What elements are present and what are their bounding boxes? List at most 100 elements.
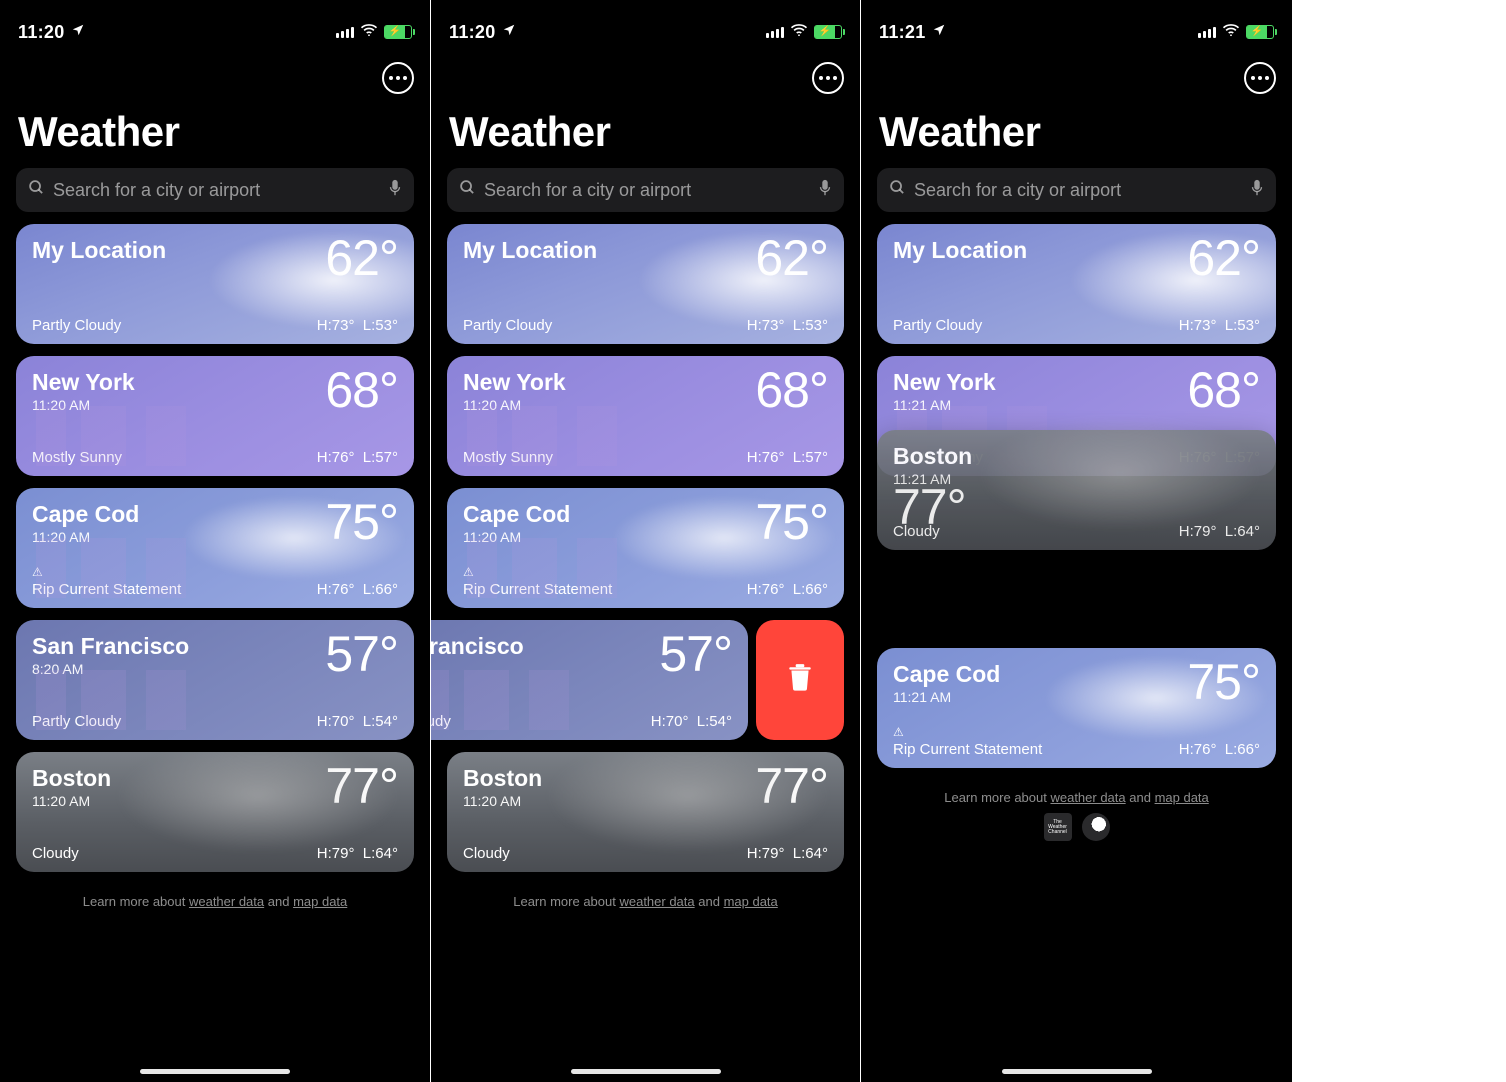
weather-alert: ⚠ <box>463 565 612 579</box>
alert-icon: ⚠ <box>463 565 474 579</box>
map-data-link[interactable]: map data <box>724 894 778 909</box>
home-indicator[interactable] <box>140 1069 290 1074</box>
high-low: H:76° L:66° <box>1179 741 1260 758</box>
alert-icon: ⚠ <box>32 565 43 579</box>
city-name: New York <box>893 370 996 395</box>
weather-data-link[interactable]: weather data <box>619 894 694 909</box>
city-name: My Location <box>463 238 597 263</box>
high-low: H:76° L:66° <box>747 581 828 598</box>
weather-card-new-york[interactable]: New York 11:20 AM 68° Mostly Sunny H:76°… <box>447 356 844 476</box>
more-button[interactable] <box>812 62 844 94</box>
weather-card-new-york[interactable]: New York 11:20 AM 68° Mostly Sunny H:76°… <box>16 356 414 476</box>
search-icon <box>459 179 476 201</box>
search-placeholder: Search for a city or airport <box>914 180 1242 201</box>
swipe-row[interactable]: Francisco M 57° loudy H:70° L:54° <box>447 620 844 740</box>
high-low: H:73° L:53° <box>747 317 828 334</box>
temperature: 57° <box>325 634 398 674</box>
temperature: 75° <box>755 502 828 542</box>
weather-alert: ⚠ <box>893 725 1042 739</box>
weather-card-my-location[interactable]: My Location 62° Partly Cloudy H:73° L:53… <box>877 224 1276 344</box>
temperature: 77° <box>893 487 1260 527</box>
city-list[interactable]: My Location 62° Partly Cloudy H:73° L:53… <box>0 224 430 872</box>
search-input[interactable]: Search for a city or airport <box>877 168 1276 212</box>
status-time: 11:21 <box>879 22 926 43</box>
condition-text: Partly Cloudy <box>463 317 552 334</box>
city-name: Cape Cod <box>32 502 139 527</box>
weather-data-link[interactable]: weather data <box>1050 790 1125 805</box>
city-name: My Location <box>32 238 166 263</box>
weather-card-cape-cod[interactable]: Cape Cod 11:21 AM 75° ⚠ Rip Current Stat… <box>877 648 1276 768</box>
weather-card-boston[interactable]: Boston 11:20 AM 77° Cloudy H:79° L:64° <box>447 752 844 872</box>
weather-card-cape-cod[interactable]: Cape Cod 11:20 AM 75° ⚠ Rip Current Stat… <box>16 488 414 608</box>
weather-card-san-francisco[interactable]: Francisco M 57° loudy H:70° L:54° <box>430 620 748 740</box>
signal-icon <box>1198 26 1216 38</box>
weather-card-san-francisco[interactable]: San Francisco 8:20 AM 57° Partly Cloudy … <box>16 620 414 740</box>
city-name: New York <box>32 370 135 395</box>
search-placeholder: Search for a city or airport <box>484 180 810 201</box>
temperature: 75° <box>325 502 398 542</box>
high-low: H:79° L:64° <box>747 845 828 862</box>
footer-text: Learn more about weather data and map da… <box>861 780 1292 851</box>
city-list[interactable]: My Location 62° Partly Cloudy H:73° L:53… <box>431 224 860 872</box>
weather-card-my-location[interactable]: My Location 62° Partly Cloudy H:73° L:53… <box>447 224 844 344</box>
temperature: 68° <box>325 370 398 410</box>
search-input[interactable]: Search for a city or airport <box>16 168 414 212</box>
more-button[interactable] <box>382 62 414 94</box>
delete-button[interactable] <box>756 620 844 740</box>
search-input[interactable]: Search for a city or airport <box>447 168 844 212</box>
home-indicator[interactable] <box>571 1069 721 1074</box>
map-data-link[interactable]: map data <box>1155 790 1209 805</box>
temperature: 57° <box>659 634 732 674</box>
high-low: H:79° L:64° <box>317 845 398 862</box>
city-name: San Francisco <box>32 634 189 659</box>
weather-card-boston[interactable]: Boston 11:20 AM 77° Cloudy H:79° L:64° <box>16 752 414 872</box>
high-low: H:76° L:57° <box>317 449 398 466</box>
temperature: 68° <box>1187 370 1260 410</box>
dark-sky-logo[interactable] <box>1082 813 1110 841</box>
weather-channel-logo[interactable]: TheWeatherChannel <box>1044 813 1072 841</box>
microphone-icon[interactable] <box>818 179 832 202</box>
weather-alert: ⚠ <box>32 565 181 579</box>
search-icon <box>889 179 906 201</box>
high-low: H:70° L:54° <box>317 713 398 730</box>
city-time: 11:20 AM <box>463 397 566 413</box>
condition-text: Cloudy <box>893 523 940 540</box>
high-low: H:79° L:64° <box>1179 523 1260 540</box>
alert-icon: ⚠ <box>893 725 904 739</box>
temperature: 68° <box>755 370 828 410</box>
temperature: 77° <box>755 766 828 806</box>
more-button[interactable] <box>1244 62 1276 94</box>
city-time: 11:21 AM <box>893 397 996 413</box>
city-name: Cape Cod <box>463 502 570 527</box>
search-icon <box>28 179 45 201</box>
city-name: My Location <box>893 238 1027 263</box>
city-name: Cape Cod <box>893 662 1000 687</box>
high-low: H:73° L:53° <box>317 317 398 334</box>
high-low: H:76° L:66° <box>317 581 398 598</box>
condition-text: Mostly Sunny <box>32 449 122 466</box>
weather-card-my-location[interactable]: My Location 62° Partly Cloudy H:73° L:53… <box>16 224 414 344</box>
attribution-row: TheWeatherChannel <box>861 805 1292 841</box>
map-data-link[interactable]: map data <box>293 894 347 909</box>
weather-card-cape-cod[interactable]: Cape Cod 11:20 AM 75° ⚠ Rip Current Stat… <box>447 488 844 608</box>
condition-text: Partly Cloudy <box>32 317 121 334</box>
city-time: 11:20 AM <box>32 793 111 809</box>
high-low: H:70° L:54° <box>651 713 732 730</box>
wifi-icon <box>790 23 808 42</box>
high-low: H:73° L:53° <box>1179 317 1260 334</box>
home-indicator[interactable] <box>1002 1069 1152 1074</box>
condition-text: Mostly Sunny <box>463 449 553 466</box>
city-name: Boston <box>893 444 1260 469</box>
temperature: 77° <box>325 766 398 806</box>
dragging-card-boston[interactable]: Boston 11:21 AM 77° Cloudy H:79° L:64° <box>877 430 1276 550</box>
ellipsis-icon <box>389 76 407 80</box>
status-time: 11:20 <box>449 22 496 43</box>
high-low: H:76° L:57° <box>747 449 828 466</box>
weather-data-link[interactable]: weather data <box>189 894 264 909</box>
microphone-icon[interactable] <box>1250 179 1264 202</box>
city-time: M <box>430 661 524 677</box>
city-name: Boston <box>32 766 111 791</box>
ellipsis-icon <box>819 76 837 80</box>
microphone-icon[interactable] <box>388 179 402 202</box>
search-placeholder: Search for a city or airport <box>53 180 380 201</box>
